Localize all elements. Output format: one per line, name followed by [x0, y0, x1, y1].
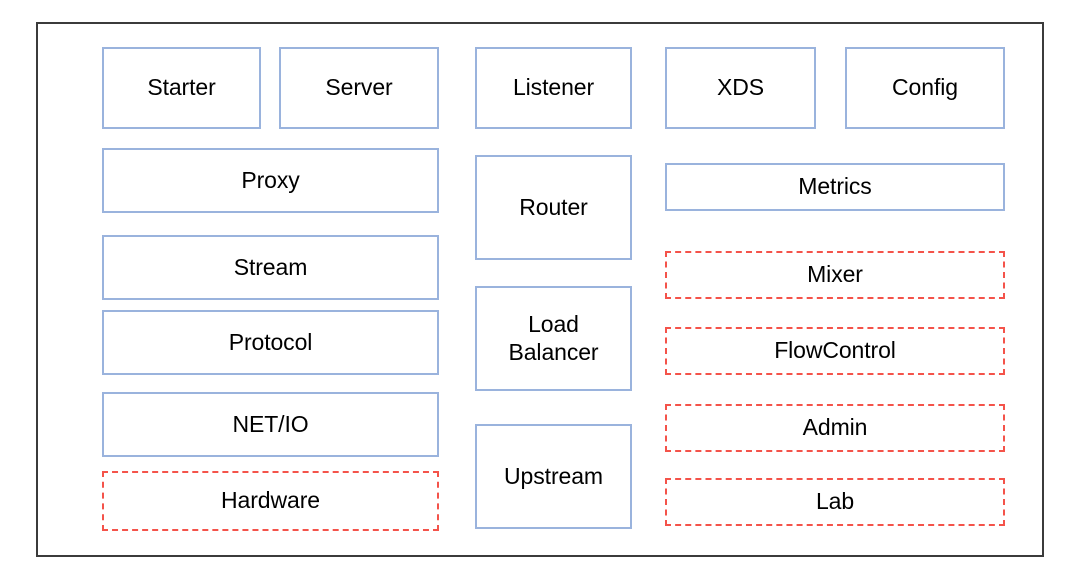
diagram-frame: Starter Server Proxy Stream Protocol NET/IO Ha…	[36, 22, 1044, 557]
component-box-load-balancer[interactable]: Load Balancer	[475, 286, 632, 391]
component-box-label: Upstream	[504, 462, 603, 489]
component-box-label: Starter	[147, 74, 216, 101]
component-box-protocol[interactable]: Protocol	[102, 310, 439, 375]
component-box-label: Mixer	[807, 261, 863, 288]
component-box-admin[interactable]: Admin	[665, 404, 1005, 452]
component-box-upstream[interactable]: Upstream	[475, 424, 632, 529]
component-box-label: Config	[892, 74, 958, 101]
component-box-lab[interactable]: Lab	[665, 478, 1005, 526]
component-box-label: Stream	[233, 253, 308, 280]
component-box-label: Load Balancer	[508, 311, 599, 365]
component-box-label: Router	[519, 193, 588, 220]
component-box-metrics[interactable]: Metrics	[665, 163, 1005, 211]
component-box-label: Metrics	[798, 173, 872, 200]
component-box-server[interactable]: Server	[279, 47, 439, 129]
component-box-starter[interactable]: Starter	[102, 47, 261, 129]
component-box-proxy[interactable]: Proxy	[102, 148, 439, 213]
component-box-label: Hardware	[221, 487, 320, 514]
component-box-label: Protocol	[228, 328, 313, 355]
diagram-canvas: Starter Server Proxy Stream Protocol NET/IO Ha…	[0, 0, 1080, 578]
component-box-xds[interactable]: XDS	[665, 47, 816, 129]
component-box-router[interactable]: Router	[475, 155, 632, 260]
component-box-flowcontrol[interactable]: FlowControl	[665, 327, 1005, 375]
component-box-label: FlowControl	[774, 337, 896, 364]
component-box-label: Lab	[815, 488, 855, 515]
component-box-label: Server	[325, 74, 393, 101]
component-box-mixer[interactable]: Mixer	[665, 251, 1005, 299]
component-box-label: Proxy	[241, 166, 300, 193]
component-box-label: NET/IO	[232, 410, 309, 437]
component-box-label: XDS	[717, 74, 764, 101]
component-box-label: Listener	[512, 74, 595, 101]
component-box-listener[interactable]: Listener	[475, 47, 632, 129]
component-box-label: Admin	[802, 414, 868, 441]
component-box-hardware[interactable]: Hardware	[102, 471, 439, 531]
component-box-stream[interactable]: Stream	[102, 235, 439, 300]
component-box-net-io[interactable]: NET/IO	[102, 392, 439, 457]
component-box-config[interactable]: Config	[845, 47, 1005, 129]
